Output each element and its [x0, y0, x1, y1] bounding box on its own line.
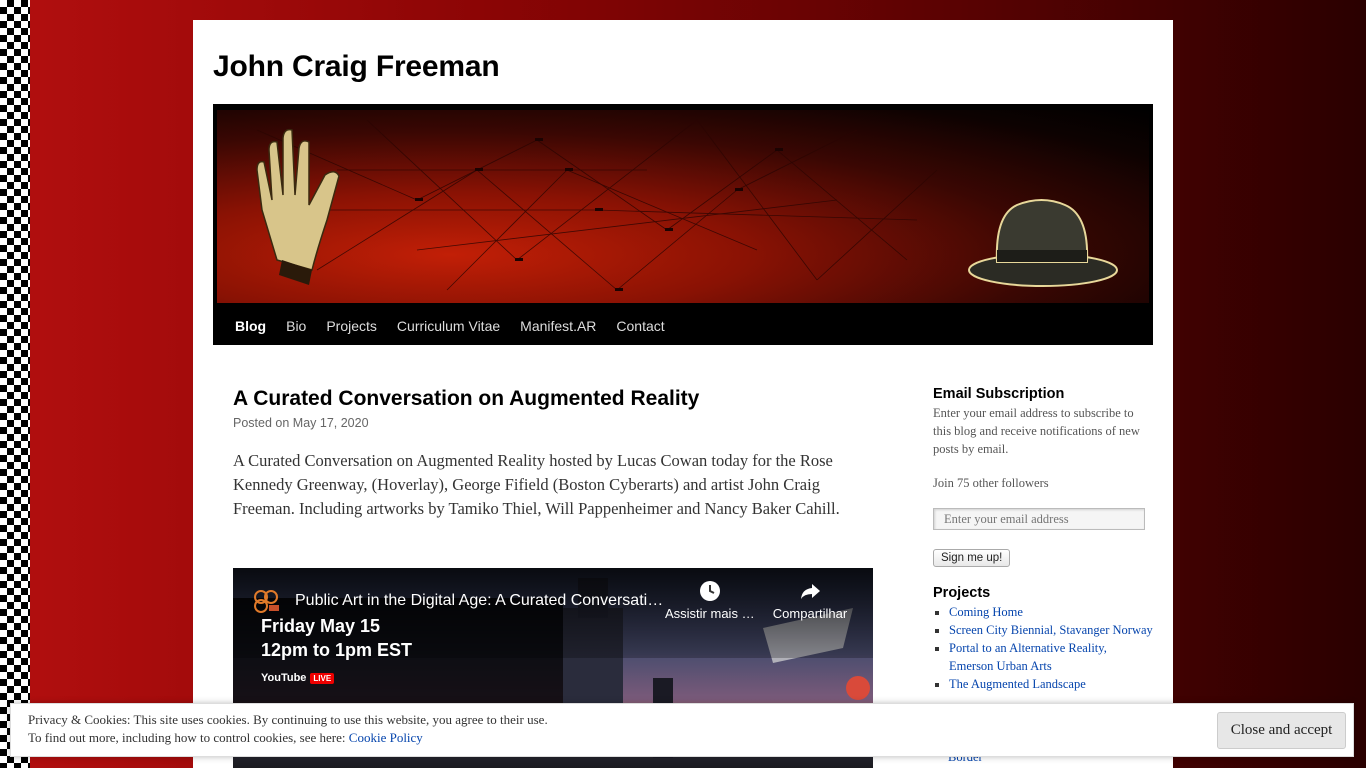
nav-item-blog[interactable]: Blog [225, 314, 276, 338]
header: Blog Bio Projects Curriculum Vitae Manif… [213, 104, 1153, 345]
project-link[interactable]: Screen City Biennial, Stavanger Norway [949, 623, 1153, 637]
post-date-link[interactable]: May 17, 2020 [293, 416, 369, 430]
post-meta: Posted on May 17, 2020 [233, 416, 369, 430]
post-title[interactable]: A Curated Conversation on Augmented Real… [233, 387, 699, 411]
video-date-text: Friday May 15 [261, 616, 381, 636]
list-item: The Augmented Landscape [949, 675, 1153, 693]
hand-illustration [256, 128, 340, 285]
posted-on-label: Posted on [233, 416, 290, 430]
clock-icon [665, 580, 755, 606]
project-link[interactable]: Coming Home [949, 605, 1023, 619]
close-and-accept-button[interactable]: Close and accept [1217, 712, 1346, 749]
cookie-text-line2-label: To find out more, including how to contr… [28, 730, 346, 745]
header-banner-image [217, 110, 1149, 303]
main-nav: Blog Bio Projects Curriculum Vitae Manif… [225, 314, 675, 338]
watch-later-button[interactable]: Assistir mais tarde [665, 580, 755, 621]
nav-item-projects[interactable]: Projects [316, 314, 387, 338]
list-item: Portal to an Alternative Reality, Emerso… [949, 639, 1153, 675]
list-item: Coming Home [949, 603, 1153, 621]
project-link[interactable]: The Augmented Landscape [949, 677, 1086, 691]
share-label: Compartilhar [772, 606, 848, 621]
cookie-text-line2: To find out more, including how to contr… [28, 730, 423, 746]
sidebar: Email Subscription Enter your email addr… [933, 386, 1153, 693]
post-body: A Curated Conversation on Augmented Real… [233, 451, 840, 518]
cookie-policy-link[interactable]: Cookie Policy [349, 730, 423, 745]
video-time-text: 12pm to 1pm EST [261, 640, 413, 660]
sign-up-button[interactable]: Sign me up! [933, 549, 1011, 567]
checkerboard-border [0, 0, 30, 768]
page-container: John Craig Freeman Blog Bio Projects Cur… [193, 20, 1173, 768]
nav-item-contact[interactable]: Contact [606, 314, 674, 338]
email-subscription-text: Enter your email address to subscribe to… [933, 406, 1140, 456]
live-label: LIVE [310, 672, 335, 684]
projects-list: Coming Home Screen City Biennial, Stavan… [949, 603, 1153, 693]
list-item: Screen City Biennial, Stavanger Norway [949, 621, 1153, 639]
video-title[interactable]: Public Art in the Digital Age: A Curated… [295, 592, 665, 610]
channel-logo-icon[interactable] [253, 589, 279, 613]
share-button[interactable]: Compartilhar [765, 580, 855, 621]
nav-item-bio[interactable]: Bio [276, 314, 316, 338]
followers-count: Join 75 other followers [933, 476, 1049, 490]
site-title[interactable]: John Craig Freeman [213, 50, 500, 84]
project-link[interactable]: Portal to an Alternative Reality, Emerso… [949, 641, 1107, 673]
nav-item-manifest-ar[interactable]: Manifest.AR [510, 314, 606, 338]
email-subscription-title: Email Subscription [933, 386, 1065, 402]
hat-illustration [968, 199, 1118, 287]
youtube-live-badge: YouTube LIVE [261, 671, 335, 685]
nav-item-curriculum-vitae[interactable]: Curriculum Vitae [387, 314, 510, 338]
projects-title: Projects [933, 585, 991, 601]
watch-later-label: Assistir mais tarde [665, 606, 755, 621]
share-icon [765, 580, 855, 606]
cookie-banner: Privacy & Cookies: This site uses cookie… [10, 703, 1354, 757]
cookie-text-line1: Privacy & Cookies: This site uses cookie… [28, 712, 548, 727]
email-input[interactable] [933, 508, 1145, 530]
youtube-label: YouTube [261, 672, 307, 684]
